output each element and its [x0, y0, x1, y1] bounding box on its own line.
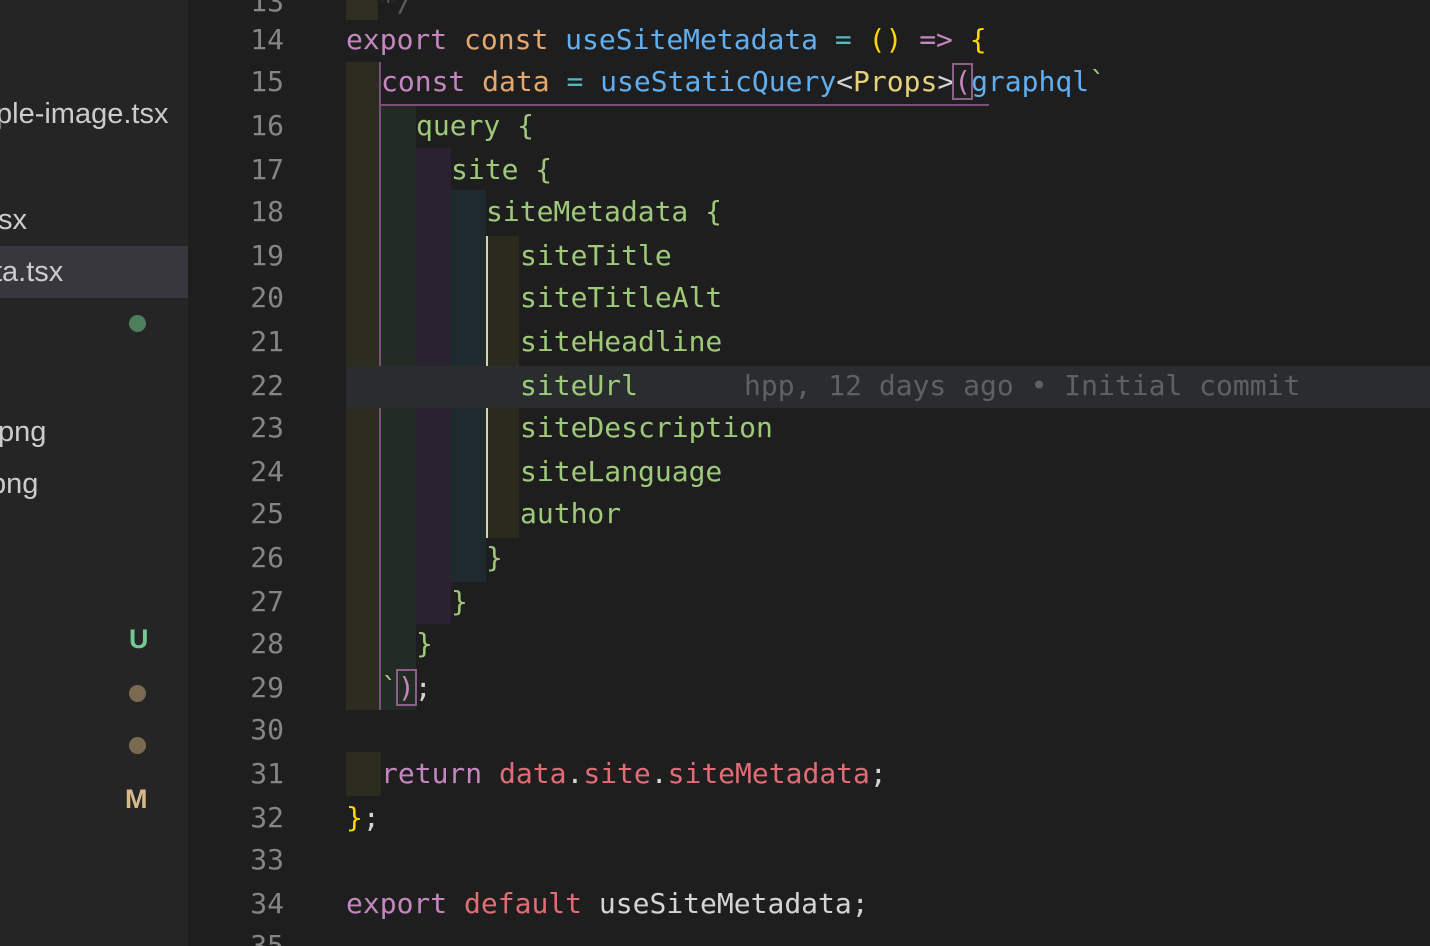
file-item[interactable]: png [0, 458, 38, 510]
line-number: 18 [250, 195, 284, 228]
line-number: 31 [250, 757, 284, 790]
line-number: 32 [250, 801, 284, 834]
line-number: 20 [250, 281, 284, 314]
code-line: siteLanguage [520, 455, 723, 488]
line-number: 34 [250, 887, 284, 920]
line-number: 14 [250, 23, 284, 56]
line-number: 21 [250, 325, 284, 358]
code-line: siteTitleAlt [520, 281, 723, 314]
code-line: query { [416, 109, 535, 142]
file-item[interactable]: ple-image.tsx [0, 88, 168, 140]
code-line: } [486, 541, 503, 574]
code-line: }; [346, 801, 380, 834]
line-number: 29 [250, 671, 284, 704]
code-line: `); [381, 669, 432, 706]
line-number: 33 [250, 843, 284, 876]
file-explorer: ple-image.tsx sx ta.tsx png png U M [0, 0, 188, 946]
code-line: siteUrl [520, 369, 639, 402]
line-number: 27 [250, 585, 284, 618]
modified-badge: M [125, 784, 148, 814]
code-line: export default useSiteMetadata; [346, 887, 869, 920]
code-line: siteDescription [520, 411, 773, 444]
code-line: export const useSiteMetadata = () => { [346, 23, 987, 56]
file-item[interactable]: png [0, 406, 46, 458]
code-line: author [520, 497, 622, 530]
line-number: 28 [250, 627, 284, 660]
code-line: const data = useStaticQuery<Props>(graph… [381, 63, 1106, 100]
code-line: } [416, 627, 433, 660]
code-line: siteHeadline [520, 325, 723, 358]
line-number: 30 [250, 713, 284, 746]
line-number: 22 [250, 369, 284, 402]
status-dot-icon [129, 685, 146, 702]
modified-dot-icon [129, 315, 146, 332]
git-blame-annotation: hpp, 12 days ago • Initial commit [744, 369, 1301, 402]
code-line: siteMetadata { [486, 195, 723, 228]
file-item[interactable]: sx [0, 194, 27, 246]
file-item-active[interactable]: ta.tsx [0, 246, 188, 298]
line-number: 35 [250, 929, 284, 946]
status-dot-icon [129, 737, 146, 754]
line-number: 24 [250, 455, 284, 488]
line-number: 25 [250, 497, 284, 530]
line-number: 19 [250, 239, 284, 272]
line-number: 23 [250, 411, 284, 444]
code-line: return data.site.siteMetadata; [381, 757, 887, 790]
code-editor[interactable]: 13 14 15 16 17 18 19 20 21 22 23 24 25 2… [188, 0, 1430, 946]
code-line: site { [451, 153, 553, 186]
line-number: 26 [250, 541, 284, 574]
line-number: 15 [250, 65, 284, 98]
indent-guide [346, 752, 381, 796]
line-number: 16 [250, 109, 284, 142]
code-line: } [451, 585, 468, 618]
line-number: 17 [250, 153, 284, 186]
untracked-badge: U [129, 624, 149, 654]
code-line: siteTitle [520, 239, 672, 272]
